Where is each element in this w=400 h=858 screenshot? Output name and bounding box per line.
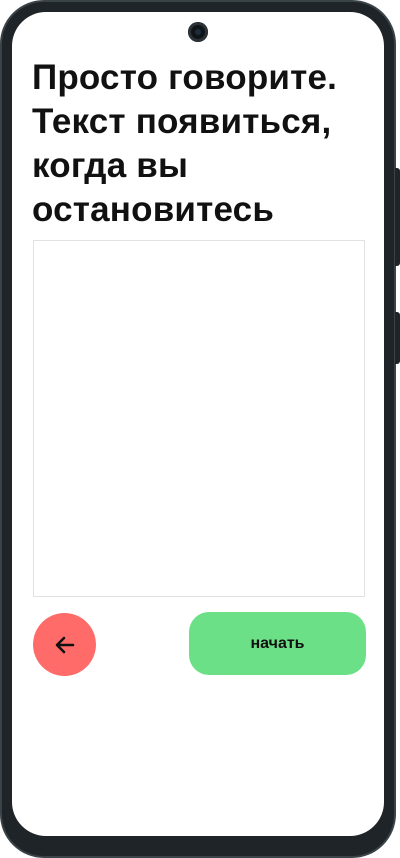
back-button[interactable]	[33, 613, 96, 676]
start-button-label: начать	[250, 634, 305, 652]
power-button	[395, 312, 400, 364]
app-screen: Просто говорите. Текст появиться, когда …	[12, 12, 384, 836]
start-button[interactable]: начать	[189, 612, 366, 675]
volume-button	[395, 168, 400, 266]
front-camera	[188, 22, 208, 42]
transcript-area	[33, 240, 365, 597]
page-title: Просто говорите. Текст появиться, когда …	[32, 58, 338, 229]
arrow-left-icon	[55, 636, 74, 653]
